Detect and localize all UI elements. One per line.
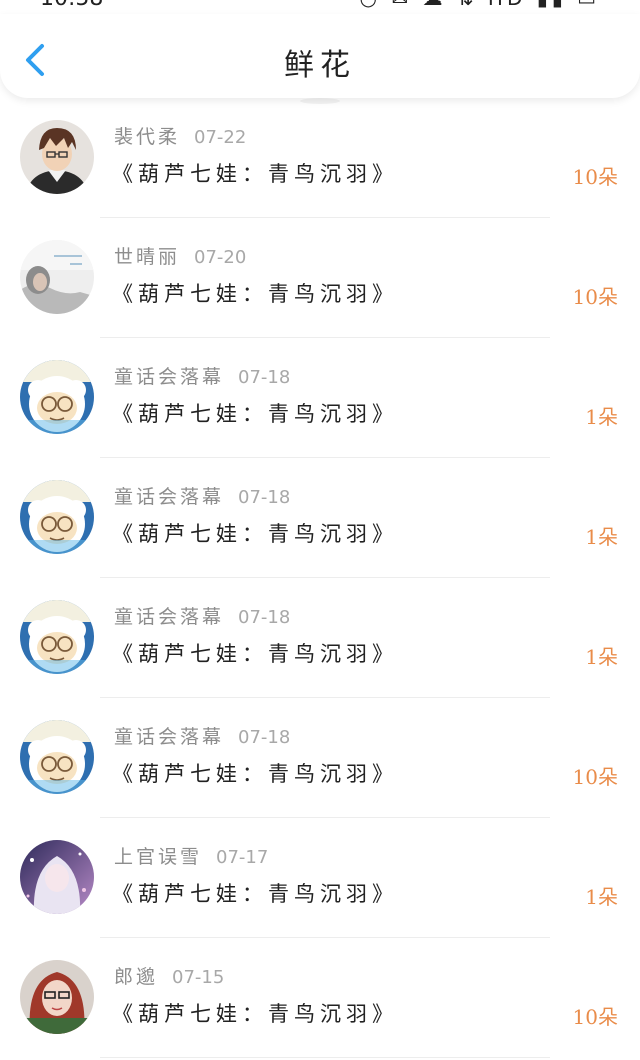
flower-count: 1朵 [585, 525, 618, 549]
page-title: 鲜花 [284, 48, 356, 83]
flower-count: 1朵 [585, 645, 618, 669]
avatar-cartoon-sheep[interactable] [20, 600, 94, 674]
list-item[interactable]: 裴代柔 07-22 《葫芦七娃：青鸟沉羽》 10朵 [0, 98, 640, 218]
list-item[interactable]: 上官误雪 07-17 《葫芦七娃：青鸟沉羽》 1朵 [0, 818, 640, 938]
list-item[interactable]: 童话会落幕 07-18 《葫芦七娃：青鸟沉羽》 10朵 [0, 698, 640, 818]
item-meta: 世晴丽 07-20 [114, 242, 246, 270]
book-title: 《葫芦七娃：青鸟沉羽》 [112, 522, 398, 546]
avatar-cartoon-sheep[interactable] [20, 720, 94, 794]
username: 上官误雪 [114, 846, 203, 868]
book-title: 《葫芦七娃：青鸟沉羽》 [112, 1002, 398, 1026]
list-item[interactable]: 郎邈 07-15 《葫芦七娃：青鸟沉羽》 10朵 [0, 938, 640, 1058]
status-time: 10:58 [40, 0, 103, 11]
item-meta: 裴代柔 07-22 [114, 122, 246, 150]
gift-date: 07-18 [238, 607, 291, 628]
status-icons: ◔ ✉ ☁ ⇅ HD ▮▮ ▭ [360, 0, 600, 10]
gift-date: 07-18 [238, 487, 291, 508]
avatar-cartoon-sheep[interactable] [20, 360, 94, 434]
flower-count: 1朵 [585, 405, 618, 429]
list-item[interactable]: 童话会落幕 07-18 《葫芦七娃：青鸟沉羽》 1朵 [0, 338, 640, 458]
flower-count: 10朵 [572, 765, 618, 789]
gift-date: 07-15 [172, 967, 225, 988]
avatar-anime-boy[interactable] [20, 120, 94, 194]
item-meta: 郎邈 07-15 [114, 962, 224, 990]
username: 童话会落幕 [114, 486, 225, 508]
header-shadow [300, 98, 340, 104]
flower-count: 10朵 [572, 165, 618, 189]
book-title: 《葫芦七娃：青鸟沉羽》 [112, 282, 398, 306]
page: 10:58 ◔ ✉ ☁ ⇅ HD ▮▮ ▭ 鲜花 [0, 0, 640, 1060]
username: 裴代柔 [114, 126, 181, 148]
status-bar: 10:58 ◔ ✉ ☁ ⇅ HD ▮▮ ▭ [0, 0, 640, 14]
flower-count: 10朵 [572, 285, 618, 309]
gift-date: 07-18 [238, 727, 291, 748]
flower-gift-list: 裴代柔 07-22 《葫芦七娃：青鸟沉羽》 10朵 世晴丽 07-20 《葫芦七… [0, 98, 640, 1058]
username: 世晴丽 [114, 246, 181, 268]
item-meta: 童话会落幕 07-18 [114, 602, 290, 630]
gift-date: 07-22 [194, 127, 247, 148]
book-title: 《葫芦七娃：青鸟沉羽》 [112, 882, 398, 906]
avatar-cartoon-sheep[interactable] [20, 480, 94, 554]
item-meta: 童话会落幕 07-18 [114, 362, 290, 390]
username: 童话会落幕 [114, 366, 225, 388]
list-item[interactable]: 童话会落幕 07-18 《葫芦七娃：青鸟沉羽》 1朵 [0, 458, 640, 578]
book-title: 《葫芦七娃：青鸟沉羽》 [112, 762, 398, 786]
header: 鲜花 [0, 14, 640, 98]
item-meta: 上官误雪 07-17 [114, 842, 268, 870]
avatar-anime-girl[interactable] [20, 840, 94, 914]
item-meta: 童话会落幕 07-18 [114, 482, 290, 510]
avatar-woman-glasses[interactable] [20, 960, 94, 1034]
username: 童话会落幕 [114, 606, 225, 628]
username: 郎邈 [114, 966, 159, 988]
item-meta: 童话会落幕 07-18 [114, 722, 290, 750]
flower-count: 10朵 [572, 1005, 618, 1029]
list-item[interactable]: 童话会落幕 07-18 《葫芦七娃：青鸟沉羽》 1朵 [0, 578, 640, 698]
list-item[interactable]: 世晴丽 07-20 《葫芦七娃：青鸟沉羽》 10朵 [0, 218, 640, 338]
avatar-girl-photo[interactable] [20, 240, 94, 314]
gift-date: 07-17 [216, 847, 269, 868]
book-title: 《葫芦七娃：青鸟沉羽》 [112, 642, 398, 666]
gift-date: 07-18 [238, 367, 291, 388]
divider [100, 1057, 550, 1058]
flower-count: 1朵 [585, 885, 618, 909]
gift-date: 07-20 [194, 247, 247, 268]
book-title: 《葫芦七娃：青鸟沉羽》 [112, 402, 398, 426]
book-title: 《葫芦七娃：青鸟沉羽》 [112, 162, 398, 186]
username: 童话会落幕 [114, 726, 225, 748]
